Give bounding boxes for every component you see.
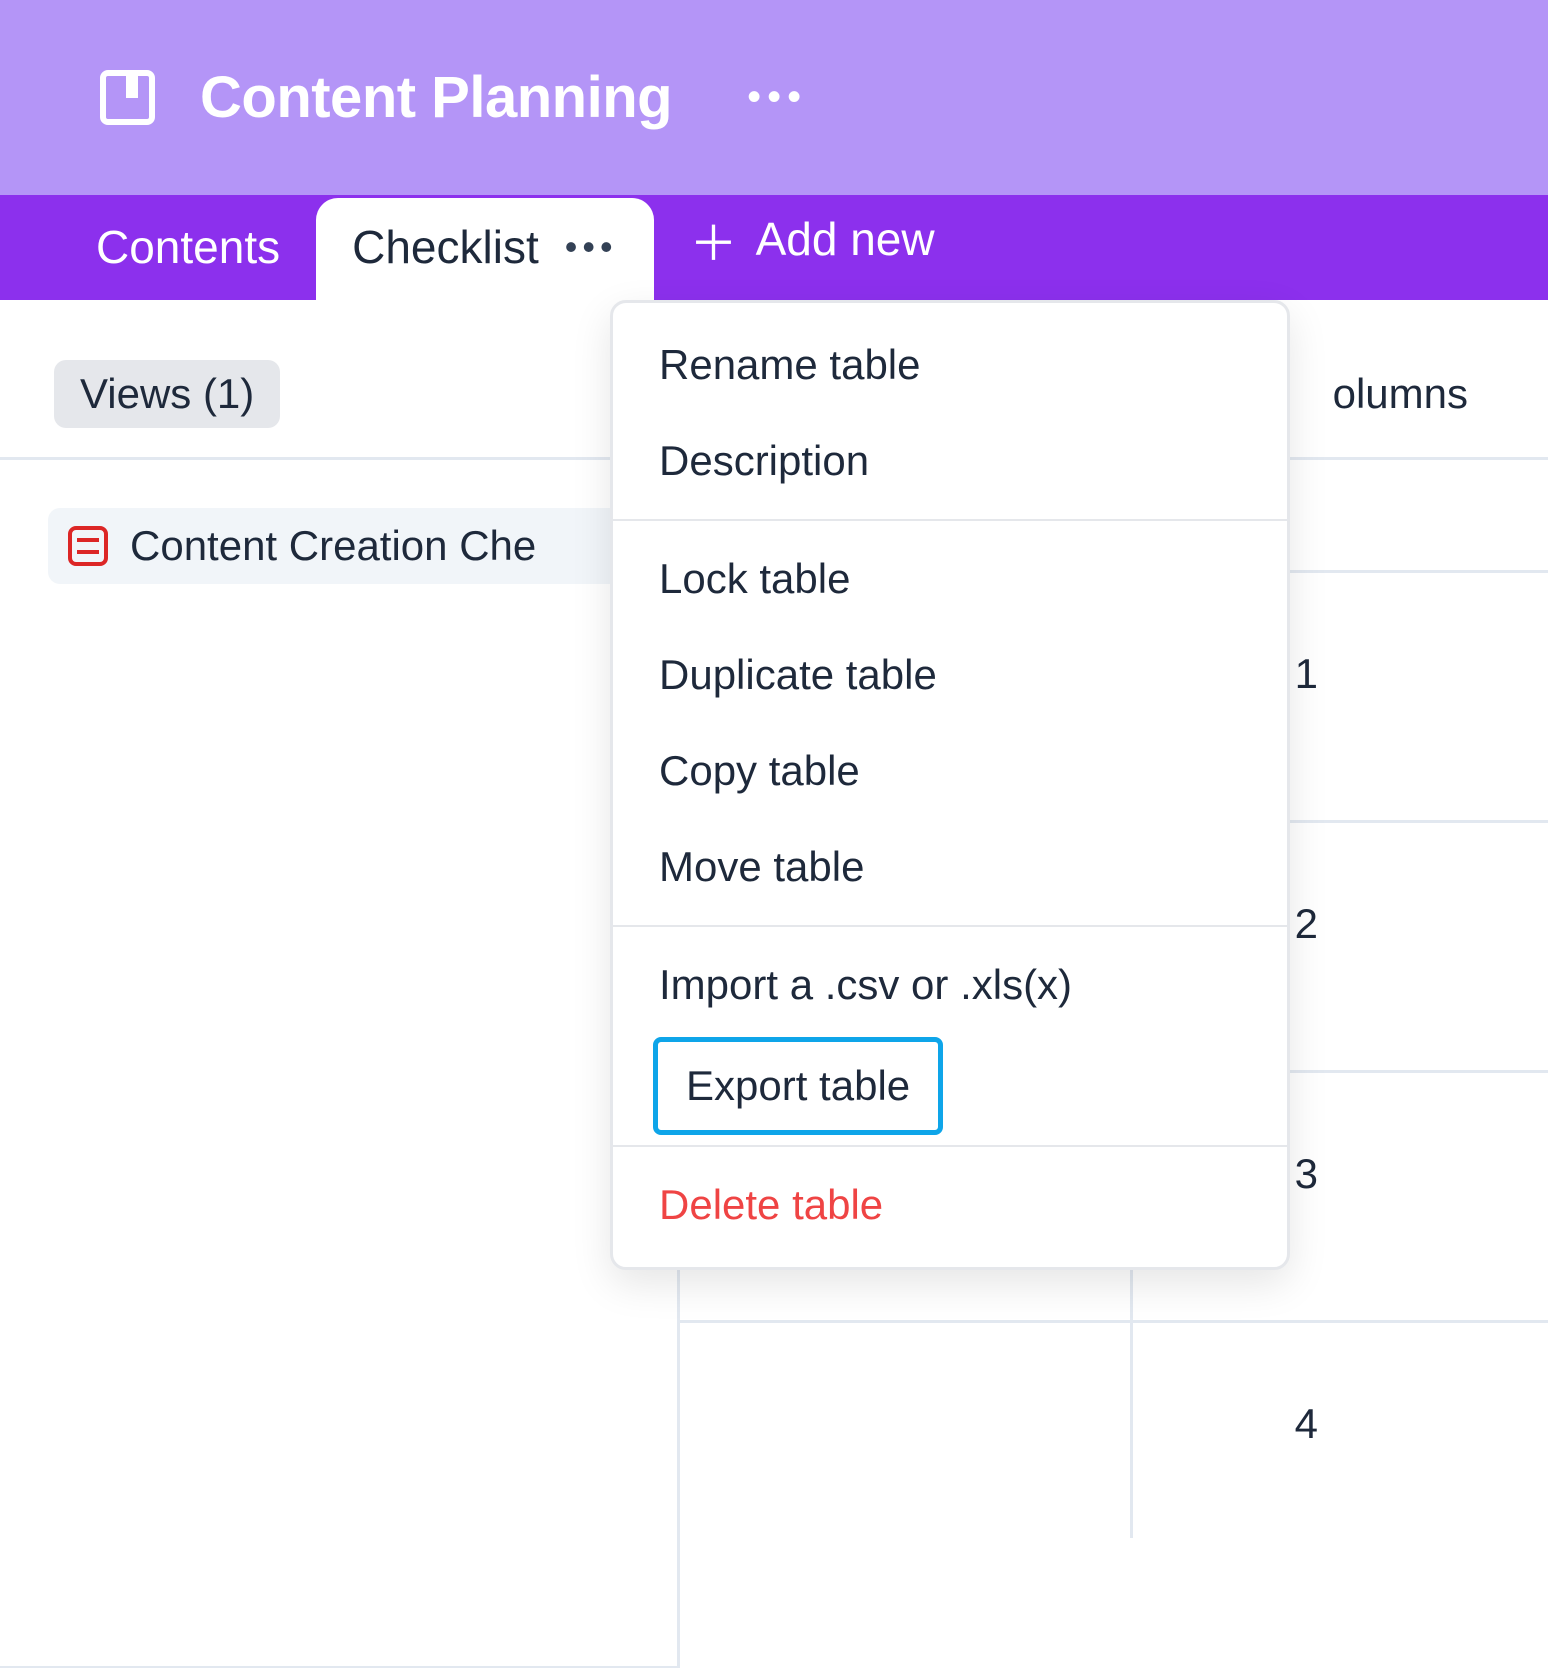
table-row-number: 3 (1295, 1150, 1318, 1198)
menu-move-table[interactable]: Move table (613, 819, 1287, 915)
menu-lock-table[interactable]: Lock table (613, 531, 1287, 627)
menu-delete-table[interactable]: Delete table (613, 1157, 1287, 1253)
tab-label: Checklist (352, 220, 539, 274)
add-new-tab[interactable]: ＋ Add new (654, 182, 971, 300)
menu-separator (613, 1145, 1287, 1147)
page-header: Content Planning ••• (0, 0, 1548, 195)
table-context-menu: Rename table Description Lock table Dupl… (610, 300, 1290, 1270)
menu-separator (613, 519, 1287, 521)
tab-more-icon[interactable]: ••• (565, 226, 618, 268)
plus-icon: ＋ (690, 204, 738, 274)
tab-label: Add new (756, 212, 935, 266)
table-row-number: 1 (1295, 650, 1318, 698)
table-row-number: 4 (1295, 1400, 1318, 1448)
columns-button[interactable]: olumns (1333, 370, 1548, 418)
menu-copy-table[interactable]: Copy table (613, 723, 1287, 819)
views-button[interactable]: Views (1) (54, 360, 280, 428)
book-icon (100, 70, 155, 125)
tab-label: Contents (96, 220, 280, 274)
table-row-number: 2 (1295, 900, 1318, 948)
menu-separator (613, 925, 1287, 927)
rows-icon (68, 526, 108, 566)
tab-contents[interactable]: Contents (60, 198, 316, 300)
view-item-label: Content Creation Che (130, 522, 536, 570)
menu-description[interactable]: Description (613, 413, 1287, 509)
menu-import-csv[interactable]: Import a .csv or .xls(x) (613, 937, 1287, 1033)
views-sidebar: Content Creation Che (0, 460, 680, 1668)
tab-checklist[interactable]: Checklist ••• (316, 198, 653, 300)
table-tabs: Contents Checklist ••• ＋ Add new (0, 195, 1548, 300)
page-title: Content Planning (200, 64, 672, 131)
menu-rename-table[interactable]: Rename table (613, 317, 1287, 413)
menu-export-table[interactable]: Export table (653, 1037, 943, 1135)
menu-duplicate-table[interactable]: Duplicate table (613, 627, 1287, 723)
page-more-icon[interactable]: ••• (747, 75, 807, 120)
